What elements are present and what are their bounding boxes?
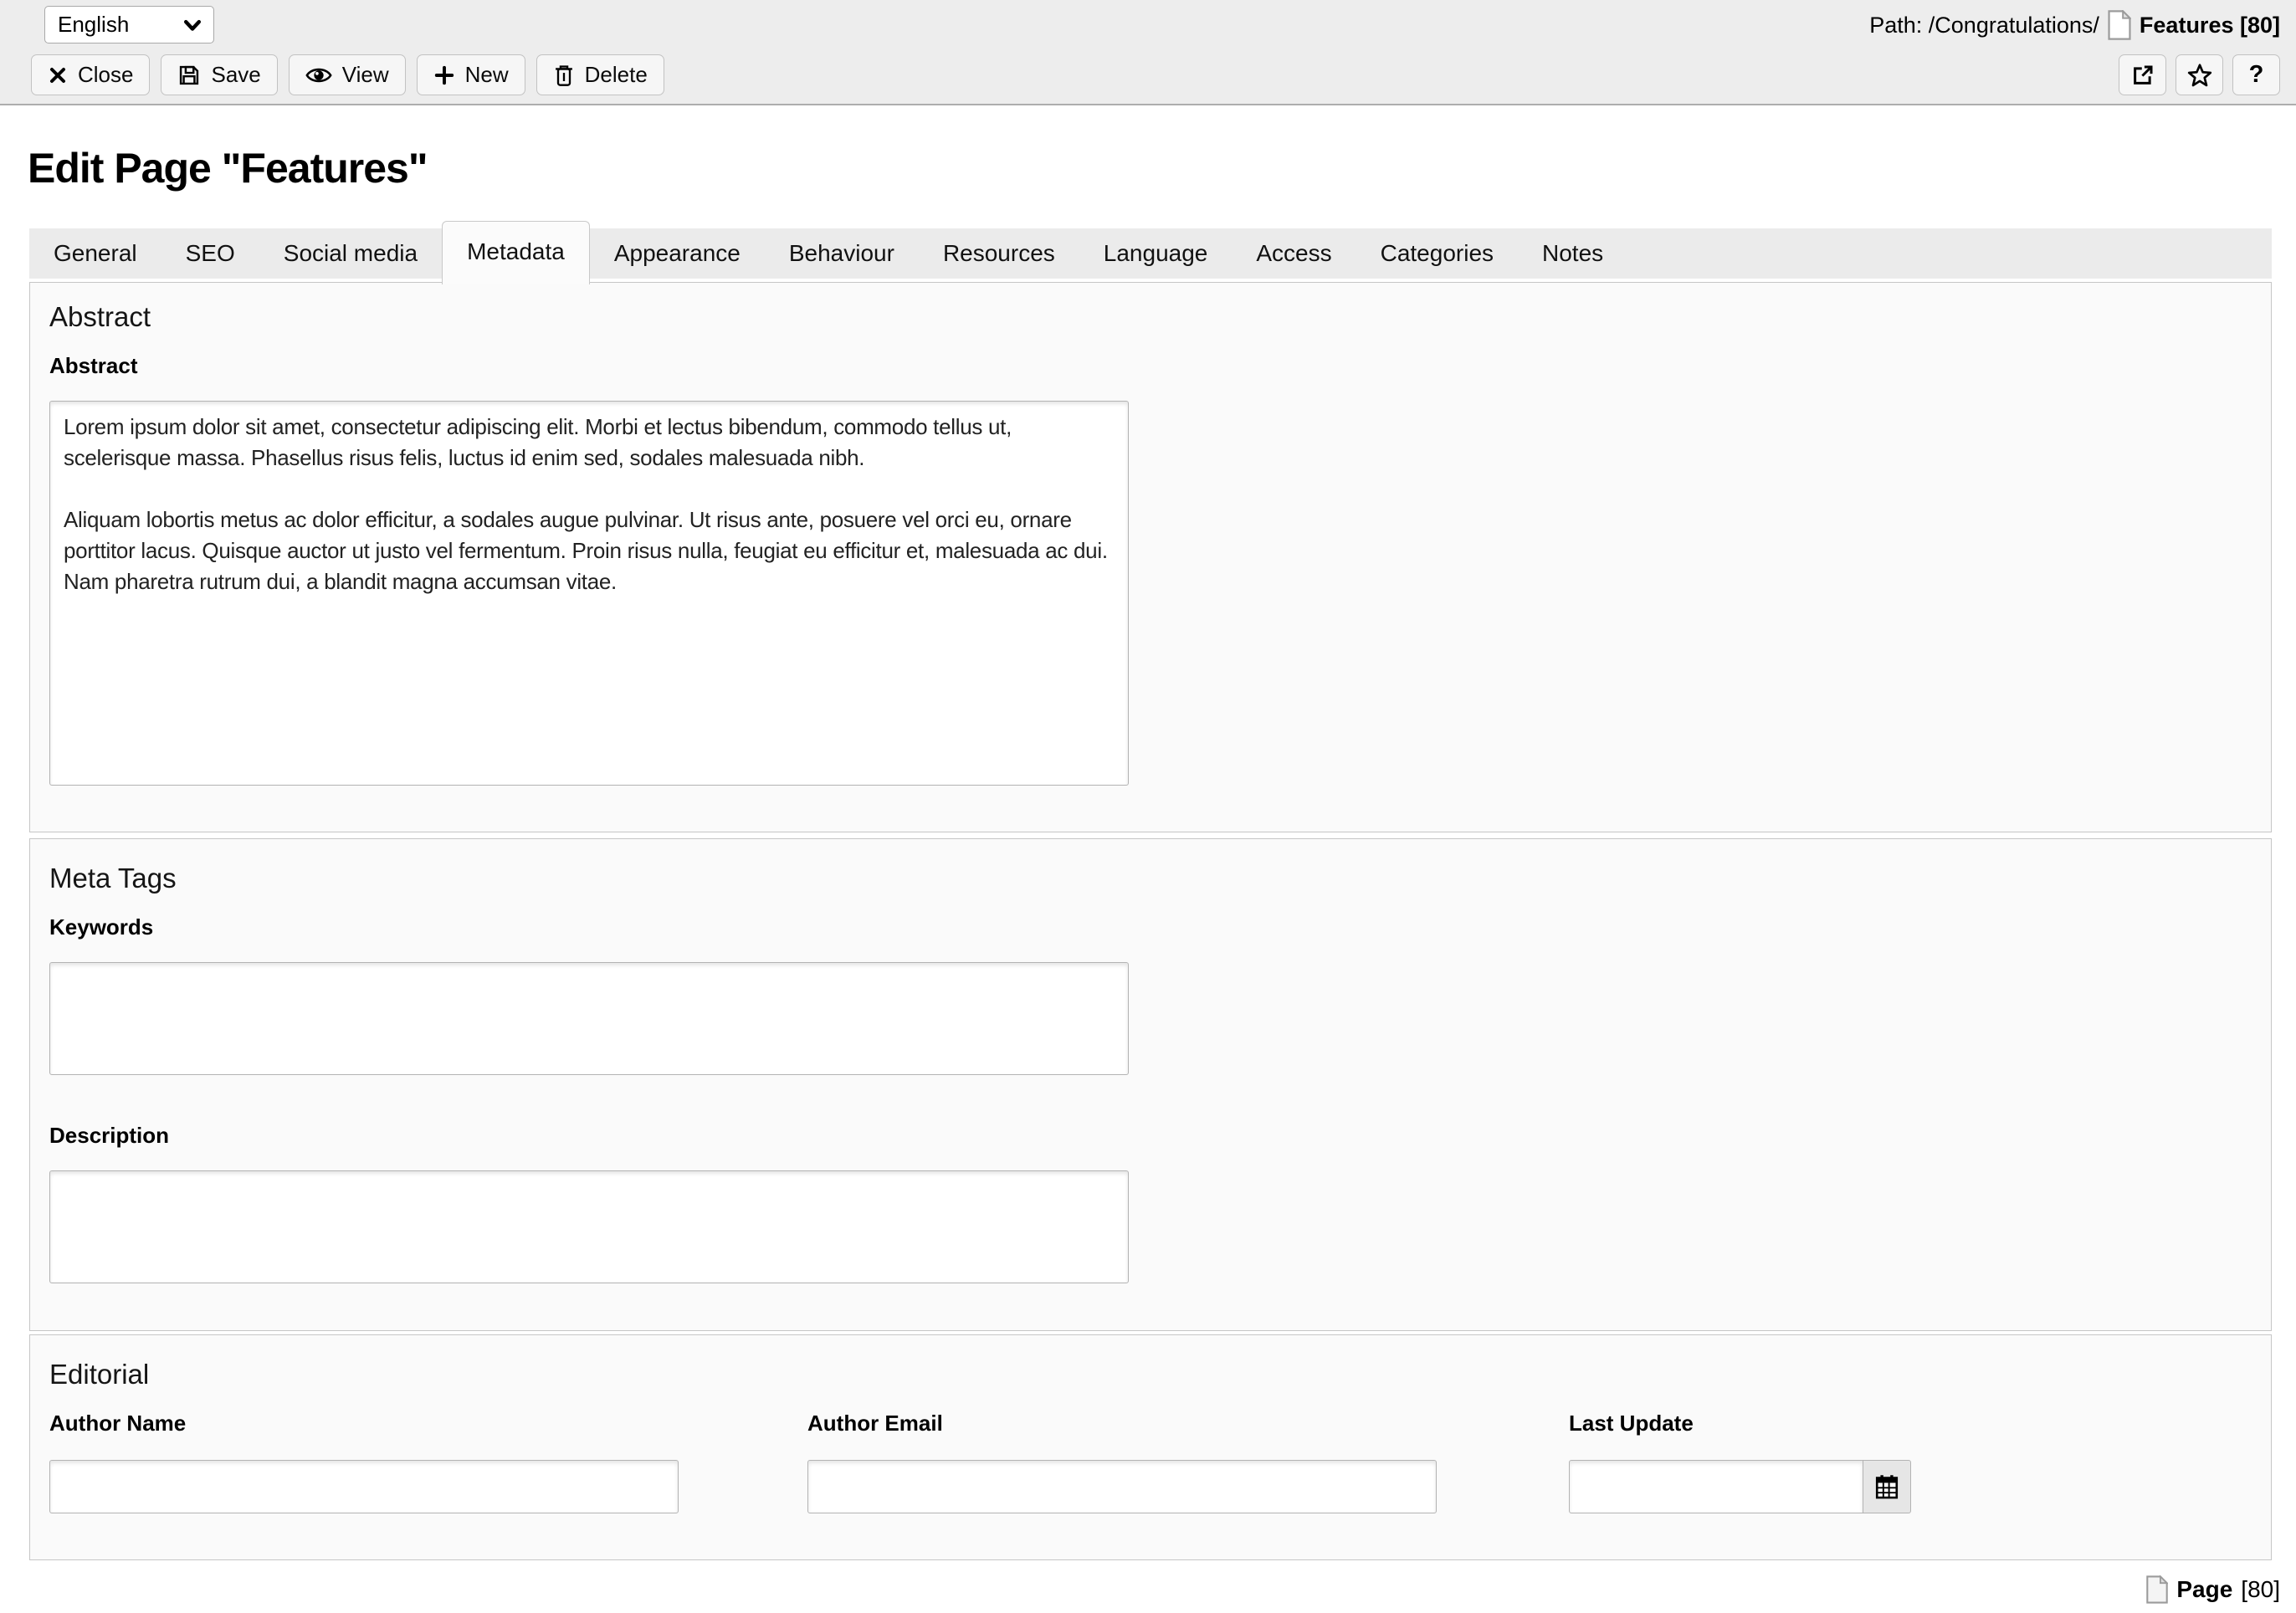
open-in-window-button[interactable] (2119, 54, 2166, 95)
close-button[interactable]: Close (31, 54, 151, 95)
calendar-icon (1873, 1472, 1900, 1501)
tab-language[interactable]: Language (1079, 228, 1233, 279)
new-button[interactable]: New (416, 54, 525, 95)
last-update-field: Last Update (1569, 1390, 1911, 1513)
tab-access[interactable]: Access (1232, 228, 1356, 279)
bookmark-button[interactable] (2176, 54, 2223, 95)
footer-record-type: Page (2176, 1576, 2233, 1602)
abstract-textarea[interactable]: Lorem ipsum dolor sit amet, consectetur … (49, 401, 1129, 786)
delete-button-label: Delete (584, 62, 648, 87)
tab-appearance[interactable]: Appearance (590, 228, 765, 279)
save-button[interactable]: Save (161, 54, 278, 95)
language-select[interactable]: English (44, 6, 214, 44)
author-email-input[interactable] (807, 1460, 1437, 1513)
view-button[interactable]: View (288, 54, 406, 95)
path-label: Path: /Congratulations/ (1869, 12, 2099, 38)
keywords-label: Keywords (49, 914, 154, 940)
abstract-label: Abstract (49, 353, 138, 378)
author-name-field: Author Name (49, 1390, 679, 1513)
tab-categories[interactable]: Categories (1356, 228, 1518, 279)
tab-social-media[interactable]: Social media (259, 228, 442, 279)
description-label: Description (49, 1123, 170, 1148)
last-update-group (1569, 1460, 1911, 1513)
tab-general[interactable]: General (29, 228, 161, 279)
breadcrumb: Path: /Congratulations/ Features [80] (1869, 10, 2280, 40)
author-email-label: Author Email (807, 1411, 943, 1436)
editorial-section: Editorial Author Name Author Email Last … (29, 1334, 2272, 1560)
page-record-icon (2146, 1575, 2169, 1604)
description-textarea[interactable] (49, 1170, 1129, 1283)
record-footer: Page [80] (0, 1575, 2296, 1604)
document-icon (2108, 10, 2131, 40)
author-email-field: Author Email (807, 1390, 1437, 1513)
footer-record-id: [80] (2241, 1576, 2280, 1602)
help-button[interactable]: ? (2232, 54, 2280, 95)
eye-icon (305, 64, 332, 87)
tab-bar: General SEO Social media Metadata Appear… (29, 221, 2272, 284)
tab-resources[interactable]: Resources (919, 228, 1079, 279)
record-title: Features [80] (2139, 12, 2280, 38)
calendar-button[interactable] (1863, 1460, 1911, 1513)
top-header-bar: English Path: /Congratulations/ Features… (0, 0, 2296, 105)
tab-behaviour[interactable]: Behaviour (765, 228, 919, 279)
tab-seo[interactable]: SEO (161, 228, 259, 279)
quick-actions: ? (2119, 54, 2280, 95)
author-name-label: Author Name (49, 1411, 187, 1436)
close-icon (48, 65, 68, 85)
plus-icon (433, 64, 455, 86)
meta-tags-heading: Meta Tags (49, 863, 177, 894)
language-select-value: English (58, 12, 130, 37)
page-title: Edit Page "Features" (28, 145, 428, 192)
save-button-label: Save (211, 62, 261, 87)
view-button-label: View (341, 62, 389, 87)
meta-tags-section: Meta Tags Keywords Description (29, 838, 2272, 1331)
new-button-label: New (464, 62, 509, 87)
save-icon (177, 64, 201, 87)
question-mark-icon: ? (2248, 61, 2264, 88)
keywords-textarea[interactable] (49, 962, 1129, 1075)
close-button-label: Close (78, 62, 134, 87)
delete-button[interactable]: Delete (536, 54, 664, 95)
last-update-input[interactable] (1569, 1460, 1863, 1513)
star-icon (2186, 62, 2213, 89)
author-name-input[interactable] (49, 1460, 679, 1513)
external-link-icon (2130, 63, 2155, 88)
tab-notes[interactable]: Notes (1518, 228, 1627, 279)
last-update-label: Last Update (1569, 1411, 1694, 1436)
chevron-down-icon (182, 14, 203, 36)
abstract-heading: Abstract (49, 301, 151, 332)
trash-icon (553, 64, 575, 87)
editorial-fields-row: Author Name Author Email Last Update (49, 1390, 2271, 1513)
doc-toolbar: Close Save View New Delete (31, 54, 664, 95)
tab-metadata[interactable]: Metadata (442, 221, 590, 284)
abstract-section: Abstract Abstract Lorem ipsum dolor sit … (29, 282, 2272, 832)
editorial-heading: Editorial (49, 1359, 150, 1390)
